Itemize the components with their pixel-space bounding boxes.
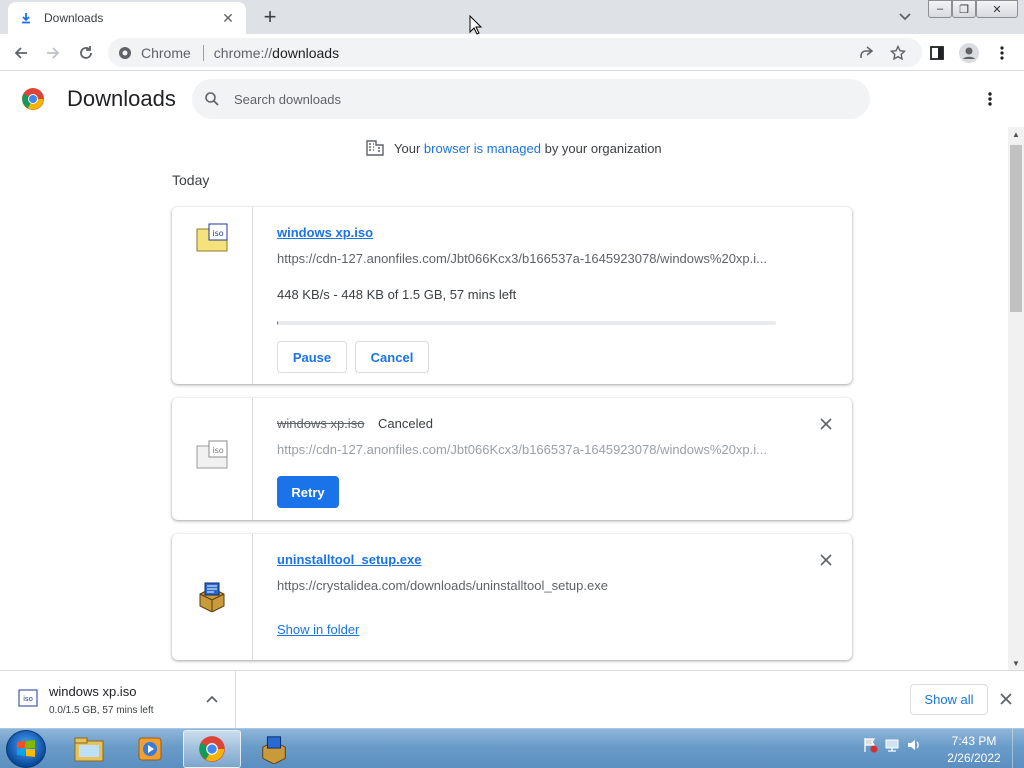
volume-icon[interactable] xyxy=(906,737,922,753)
download-item: uninstalltool_setup.exe https://crystali… xyxy=(172,534,852,660)
taskbar-chrome[interactable] xyxy=(183,730,241,768)
site-label: Chrome xyxy=(141,44,191,61)
taskbar-file-explorer[interactable] xyxy=(60,730,118,768)
tab-downloads[interactable]: Downloads ✕ xyxy=(8,2,246,34)
profile-avatar-icon[interactable] xyxy=(956,40,982,66)
network-icon[interactable] xyxy=(884,737,900,753)
search-box[interactable] xyxy=(192,79,870,119)
file-url[interactable]: https://cdn-127.anonfiles.com/Jbt066Kcx3… xyxy=(277,442,777,457)
installer-icon xyxy=(262,736,286,764)
search-icon xyxy=(205,92,219,106)
cancel-button[interactable]: Cancel xyxy=(355,341,429,373)
svg-text:iso: iso xyxy=(23,695,33,703)
tab-title: Downloads xyxy=(44,11,104,25)
action-center-flag-icon[interactable] xyxy=(862,737,878,753)
chevron-up-icon[interactable] xyxy=(204,691,220,707)
system-tray xyxy=(862,737,922,753)
browser-menu-icon[interactable] xyxy=(989,40,1015,66)
svg-text:iso: iso xyxy=(212,446,223,455)
address-bar[interactable]: Chrome chrome://downloads xyxy=(108,38,922,67)
installer-icon xyxy=(199,582,225,612)
page-title: Downloads xyxy=(67,86,176,111)
scroll-thumb[interactable] xyxy=(1010,145,1022,312)
clock-date: 2/26/2022 xyxy=(947,751,1001,765)
svg-text:iso: iso xyxy=(212,229,223,238)
file-url[interactable]: https://crystalidea.com/downloads/uninst… xyxy=(277,578,777,593)
iso-file-icon: iso xyxy=(196,223,228,252)
download-item: iso windows xp.iso Canceled https://cdn-… xyxy=(172,398,852,520)
new-tab-button[interactable]: + xyxy=(256,5,284,29)
side-panel-icon[interactable] xyxy=(924,40,950,66)
show-in-folder-link[interactable]: Show in folder xyxy=(277,622,359,637)
tab-strip: Downloads ✕ + – ❐ ✕ xyxy=(0,0,1024,34)
download-shelf: iso windows xp.iso 0.0/1.5 GB, 57 mins l… xyxy=(0,670,1024,728)
show-all-button[interactable]: Show all xyxy=(910,684,988,715)
managed-prefix: Your xyxy=(394,140,421,156)
pause-button[interactable]: Pause xyxy=(277,341,347,373)
managed-link[interactable]: browser is managed xyxy=(424,141,541,156)
managed-suffix: by your organization xyxy=(544,140,662,156)
windows-taskbar: 7:43 PM 2/26/2022 xyxy=(0,728,1024,768)
file-name-link[interactable]: windows xp.iso xyxy=(277,225,373,240)
search-input[interactable] xyxy=(234,91,834,107)
chrome-icon xyxy=(199,736,225,762)
download-status: Canceled xyxy=(378,416,433,431)
reload-icon[interactable] xyxy=(73,40,99,66)
back-icon[interactable] xyxy=(8,40,34,66)
show-desktop-button[interactable] xyxy=(1012,729,1024,768)
building-icon xyxy=(366,140,384,156)
close-window-button[interactable]: ✕ xyxy=(976,0,1018,18)
tab-search-icon[interactable] xyxy=(894,6,916,28)
taskbar-installer[interactable] xyxy=(245,730,303,768)
managed-notice: Your browser is managed by your organiza… xyxy=(366,140,662,156)
file-icon-column xyxy=(172,534,253,660)
taskbar-media-player[interactable] xyxy=(121,730,179,768)
restore-button[interactable]: ❐ xyxy=(952,0,976,18)
chrome-site-icon xyxy=(119,46,131,59)
remove-item-icon[interactable] xyxy=(818,416,834,432)
bookmark-star-icon[interactable] xyxy=(885,40,911,66)
file-icon-column: iso xyxy=(172,207,253,384)
downloads-header: Downloads xyxy=(0,71,1024,127)
url-path: downloads xyxy=(272,44,340,61)
clock-time: 7:43 PM xyxy=(951,734,997,748)
close-shelf-icon[interactable] xyxy=(998,691,1014,707)
file-icon-column: iso xyxy=(172,398,253,520)
scroll-up-arrow-icon[interactable]: ▲ xyxy=(1008,127,1024,141)
close-tab-icon[interactable]: ✕ xyxy=(220,10,236,26)
url-text: chrome://downloads xyxy=(214,45,339,61)
minimize-button[interactable]: – xyxy=(928,0,952,18)
site-info[interactable]: Chrome xyxy=(118,45,191,61)
system-clock[interactable]: 7:43 PM 2/26/2022 xyxy=(940,733,1008,767)
shelf-download-item[interactable]: iso windows xp.iso 0.0/1.5 GB, 57 mins l… xyxy=(0,671,236,728)
progress-bar xyxy=(277,321,776,325)
forward-icon[interactable] xyxy=(40,40,66,66)
scroll-down-arrow-icon[interactable]: ▼ xyxy=(1008,656,1024,670)
windows-logo-icon xyxy=(17,740,35,757)
progress-status: 448 KB/s - 448 KB of 1.5 GB, 57 mins lef… xyxy=(277,287,517,302)
mouse-cursor-icon xyxy=(469,15,483,35)
file-name-link[interactable]: uninstalltool_setup.exe xyxy=(277,552,421,567)
url-scheme: chrome:// xyxy=(213,44,273,61)
share-icon[interactable] xyxy=(853,40,879,66)
file-explorer-icon xyxy=(74,737,104,762)
shelf-file-status: 0.0/1.5 GB, 57 mins left xyxy=(49,705,154,716)
chrome-logo-icon xyxy=(22,88,44,110)
download-icon xyxy=(18,10,34,26)
remove-item-icon[interactable] xyxy=(818,552,834,568)
section-date-label: Today xyxy=(172,172,210,188)
media-player-icon xyxy=(138,737,162,761)
iso-file-icon: iso xyxy=(196,440,228,469)
file-name: windows xp.iso xyxy=(277,416,365,431)
browser-toolbar: Chrome chrome://downloads xyxy=(0,34,1024,71)
iso-file-icon: iso xyxy=(18,689,38,707)
shelf-file-name: windows xp.iso xyxy=(49,684,137,699)
start-button[interactable] xyxy=(6,730,46,768)
download-item: iso windows xp.iso https://cdn-127.anonf… xyxy=(172,207,852,384)
omnibox-divider xyxy=(202,44,204,61)
retry-button[interactable]: Retry xyxy=(277,476,339,508)
more-actions-icon[interactable] xyxy=(978,87,1002,111)
file-url[interactable]: https://cdn-127.anonfiles.com/Jbt066Kcx3… xyxy=(277,251,777,266)
page-scrollbar[interactable]: ▲ ▼ xyxy=(1008,127,1024,670)
